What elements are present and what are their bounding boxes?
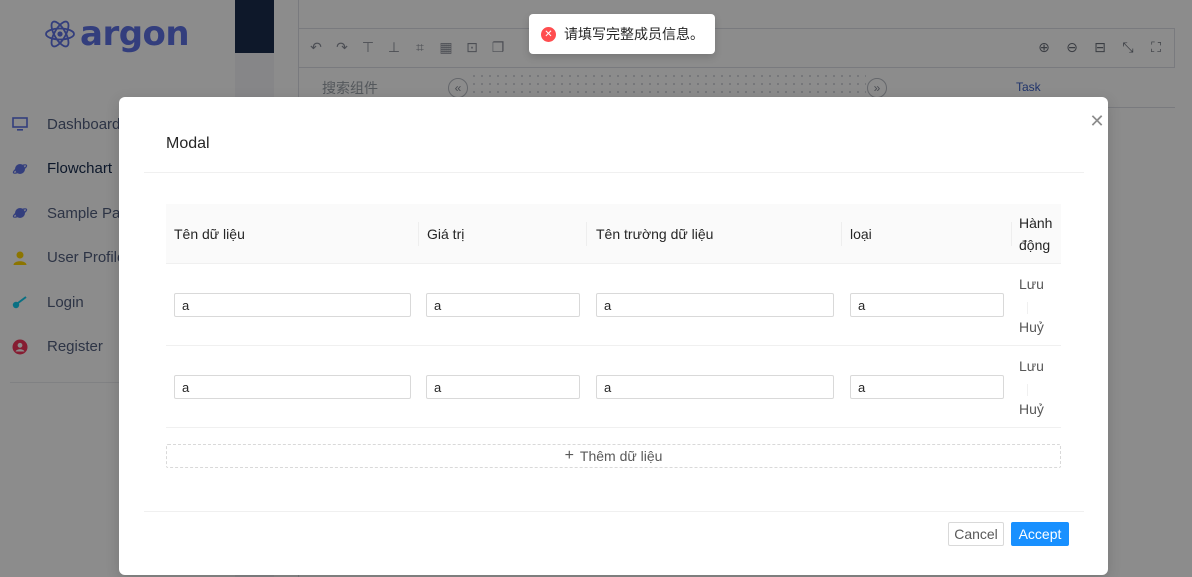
- add-data-label: Thêm dữ liệu: [579, 448, 663, 464]
- column-separator: [586, 222, 587, 246]
- column-separator: [1011, 222, 1012, 246]
- cancel-link[interactable]: Huỷ: [1019, 401, 1044, 417]
- field-input[interactable]: [596, 375, 834, 399]
- name-input[interactable]: [174, 293, 411, 317]
- action-separator: [1027, 384, 1028, 396]
- add-data-button[interactable]: + Thêm dữ liệu: [166, 444, 1061, 468]
- table-row: Lưu Huỷ: [166, 264, 1061, 346]
- column-header-action: Hành động: [1019, 215, 1053, 253]
- column-header-type: loại: [850, 226, 872, 242]
- close-icon[interactable]: ✕: [1086, 110, 1108, 132]
- data-table: Tên dữ liệu Giá trị Tên trường dữ liệu l…: [166, 204, 1061, 428]
- column-header-value: Giá trị: [427, 226, 465, 242]
- column-separator: [841, 222, 842, 246]
- toast-message: ✕ 请填写完整成员信息。: [529, 14, 715, 54]
- action-separator: [1027, 302, 1028, 314]
- table-header: Tên dữ liệu Giá trị Tên trường dữ liệu l…: [166, 204, 1061, 264]
- type-input[interactable]: [850, 375, 1004, 399]
- table-row: Lưu Huỷ: [166, 346, 1061, 428]
- column-header-name: Tên dữ liệu: [174, 226, 245, 242]
- type-input[interactable]: [850, 293, 1004, 317]
- toast-text: 请填写完整成员信息。: [564, 27, 704, 43]
- cancel-button[interactable]: Cancel: [948, 522, 1004, 546]
- modal-title: Modal: [166, 135, 210, 152]
- column-separator: [418, 222, 419, 246]
- name-input[interactable]: [174, 375, 411, 399]
- plus-icon: +: [564, 447, 574, 464]
- error-icon: ✕: [541, 26, 556, 42]
- value-input[interactable]: [426, 375, 580, 399]
- accept-button[interactable]: Accept: [1011, 522, 1069, 546]
- modal-header-divider: [144, 172, 1084, 173]
- field-input[interactable]: [596, 293, 834, 317]
- value-input[interactable]: [426, 293, 580, 317]
- save-link[interactable]: Lưu: [1019, 276, 1044, 292]
- cancel-link[interactable]: Huỷ: [1019, 319, 1044, 335]
- modal-footer-divider: [144, 511, 1084, 512]
- save-link[interactable]: Lưu: [1019, 358, 1044, 374]
- modal-dialog: Modal ✕ Tên dữ liệu Giá trị Tên trường d…: [119, 97, 1108, 575]
- column-header-field: Tên trường dữ liệu: [596, 226, 714, 242]
